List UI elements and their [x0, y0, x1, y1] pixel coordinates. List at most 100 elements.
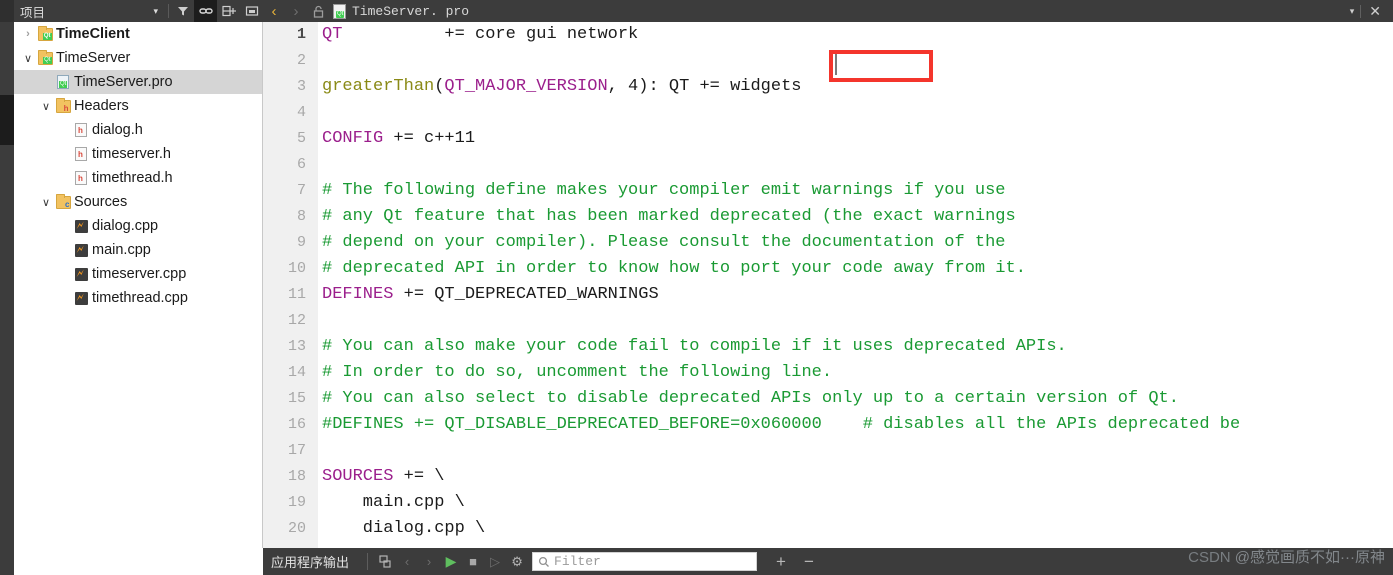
tree-item-timethread-h[interactable]: timethread.h — [14, 166, 262, 190]
code-token-plain: ( — [434, 77, 445, 96]
chevron-down-icon[interactable]: ∨ — [38, 190, 54, 214]
code-line-text: greaterThan(QT_MAJOR_VERSION, 4): QT += … — [322, 74, 802, 100]
code-line[interactable]: 1 QT += core gui network — [263, 22, 1393, 48]
tree-item-timeserver[interactable]: ∨ TimeServer — [14, 46, 262, 70]
code-editor[interactable]: 1 QT += core gui network 2 3 greaterThan(QT_… — [263, 22, 1393, 548]
project-view-selector[interactable]: 项目 ▾ — [14, 0, 166, 22]
project-tree: › TimeClient ∨ TimeServer TimeServer.pro ∨ Hea… — [14, 22, 262, 310]
code-line[interactable]: 10 # deprecated API in order to know how … — [263, 256, 1393, 282]
application-output-bar: 应用程序输出 ‹ › ▶ ■ ▷ ⚙ Filter + − — [14, 548, 1393, 575]
code-content[interactable]: 1 QT += core gui network 2 3 greaterThan(QT_… — [263, 22, 1393, 548]
minimize-output-icon[interactable]: − — [795, 553, 823, 570]
tree-item-dialog-h[interactable]: dialog.h — [14, 118, 262, 142]
code-line-text: # You can also make your code fail to co… — [322, 334, 1067, 360]
tree-item-label: main.cpp — [92, 242, 151, 258]
network-highlight-box — [829, 50, 933, 82]
code-line[interactable]: 8 # any Qt feature that has been marked d… — [263, 204, 1393, 230]
tree-item-label: TimeServer.pro — [74, 74, 173, 90]
code-token-comment: # You can also make your code fail to co… — [322, 337, 1067, 356]
code-token-var: DEFINES — [322, 285, 394, 304]
code-line[interactable]: 9 # depend on your compiler). Please cons… — [263, 230, 1393, 256]
bottom-bar-left-gap — [14, 548, 263, 575]
tree-item-label: timethread.h — [92, 170, 173, 186]
application-output-title[interactable]: 应用程序输出 — [263, 552, 361, 571]
attach-process-icon[interactable] — [374, 548, 396, 575]
cpp-file-icon — [72, 262, 90, 286]
tabbar-controls: ▾ ✕ — [1344, 4, 1393, 18]
tree-item-headers[interactable]: ∨ Headers — [14, 94, 262, 118]
code-line[interactable]: 5 CONFIG += c++11 — [263, 126, 1393, 152]
qt-pro-file-icon — [333, 3, 346, 19]
chevron-right-icon[interactable]: › — [20, 22, 36, 46]
settings-gear-icon[interactable]: ⚙ — [506, 548, 528, 575]
code-line[interactable]: 20 dialog.cpp \ — [263, 516, 1393, 542]
stop-icon[interactable]: ■ — [462, 548, 484, 575]
cpp-file-icon — [72, 238, 90, 262]
code-line-text: # You can also select to disable depreca… — [322, 386, 1179, 412]
prev-item-icon[interactable]: ‹ — [396, 548, 418, 575]
code-line[interactable]: 11 DEFINES += QT_DEPRECATED_WARNINGS — [263, 282, 1393, 308]
tree-item-sources[interactable]: ∨ Sources — [14, 190, 262, 214]
chevron-down-icon[interactable]: ∨ — [20, 46, 36, 70]
cpp-file-icon-glyph — [74, 219, 88, 233]
cpp-file-icon — [72, 214, 90, 238]
run-icon[interactable]: ▶ — [440, 548, 462, 575]
link-with-editor-icon[interactable] — [194, 0, 217, 22]
code-line-text: dialog.cpp \ — [322, 516, 485, 542]
code-line[interactable]: 16 #DEFINES += QT_DISABLE_DEPRECATED_BEFO… — [263, 412, 1393, 438]
code-token-comment: # deprecated API in order to know how to… — [322, 259, 1026, 278]
code-token-plain: += core gui network — [342, 25, 639, 44]
code-line[interactable]: 19 main.cpp \ — [263, 490, 1393, 516]
close-icon[interactable]: ✕ — [1361, 4, 1389, 18]
code-token-comment: # You can also select to disable depreca… — [322, 389, 1179, 408]
go-forward-icon[interactable]: › — [285, 0, 307, 22]
tree-item-timeclient[interactable]: › TimeClient — [14, 22, 262, 46]
maximize-output-icon[interactable]: + — [767, 553, 795, 570]
tree-item-timeserver-h[interactable]: timeserver.h — [14, 142, 262, 166]
open-document-tab[interactable]: TimeServer. pro — [329, 3, 469, 19]
code-line[interactable]: 7 # The following define makes your compi… — [263, 178, 1393, 204]
tree-item-main-cpp[interactable]: main.cpp — [14, 238, 262, 262]
chevron-down-icon[interactable]: ∨ — [38, 94, 54, 118]
chevron-down-icon[interactable]: ▾ — [1344, 6, 1361, 17]
headers-folder-icon — [54, 94, 72, 118]
line-number: 4 — [296, 104, 306, 121]
tree-item-timethread-cpp[interactable]: timethread.cpp — [14, 286, 262, 310]
split-add-icon-glyph — [221, 5, 236, 17]
code-token-var: SOURCES — [322, 467, 394, 486]
code-line[interactable]: 14 # In order to do so, uncomment the fol… — [263, 360, 1393, 386]
code-line[interactable]: 4 — [263, 100, 1393, 126]
line-number: 20 — [287, 520, 306, 537]
rerun-icon[interactable]: ▷ — [484, 548, 506, 575]
code-line[interactable]: 17 — [263, 438, 1393, 464]
split-add-icon[interactable] — [217, 0, 240, 22]
filter-icon[interactable] — [171, 0, 194, 22]
toolbar-divider — [168, 4, 169, 18]
code-line-text: CONFIG += c++11 — [322, 126, 475, 152]
code-line[interactable]: 12 — [263, 308, 1393, 334]
tree-item-dialog-cpp[interactable]: dialog.cpp — [14, 214, 262, 238]
code-line[interactable]: 2 — [263, 48, 1393, 74]
next-item-icon[interactable]: › — [418, 548, 440, 575]
filter-input[interactable]: Filter — [532, 552, 758, 571]
go-back-icon[interactable]: ‹ — [263, 0, 285, 22]
lock-icon[interactable] — [307, 0, 329, 22]
code-line[interactable]: 6 — [263, 152, 1393, 178]
code-line[interactable]: 13 # You can also make your code fail to … — [263, 334, 1393, 360]
code-line[interactable]: 3 greaterThan(QT_MAJOR_VERSION, 4): QT +=… — [263, 74, 1393, 100]
qt-pro-file-icon-glyph — [57, 75, 69, 89]
tree-item-label: dialog.cpp — [92, 218, 159, 234]
line-number: 19 — [287, 494, 306, 511]
code-line[interactable]: 15 # You can also select to disable depre… — [263, 386, 1393, 412]
collapse-all-icon[interactable] — [240, 0, 263, 22]
tree-item-timeserver-cpp[interactable]: timeserver.cpp — [14, 262, 262, 286]
code-token-plain: += \ — [393, 467, 445, 486]
code-token-comment: # The following define makes your compil… — [322, 181, 1006, 200]
code-line[interactable]: 18 SOURCES += \ — [263, 464, 1393, 490]
header-file-icon-glyph — [75, 123, 87, 137]
line-number: 6 — [296, 156, 306, 173]
qt-project-folder-icon-glyph — [37, 49, 53, 65]
tree-item-timeserver-pro[interactable]: TimeServer.pro — [14, 70, 262, 94]
qt-project-folder-icon-glyph — [37, 25, 53, 41]
line-number: 10 — [287, 260, 306, 277]
